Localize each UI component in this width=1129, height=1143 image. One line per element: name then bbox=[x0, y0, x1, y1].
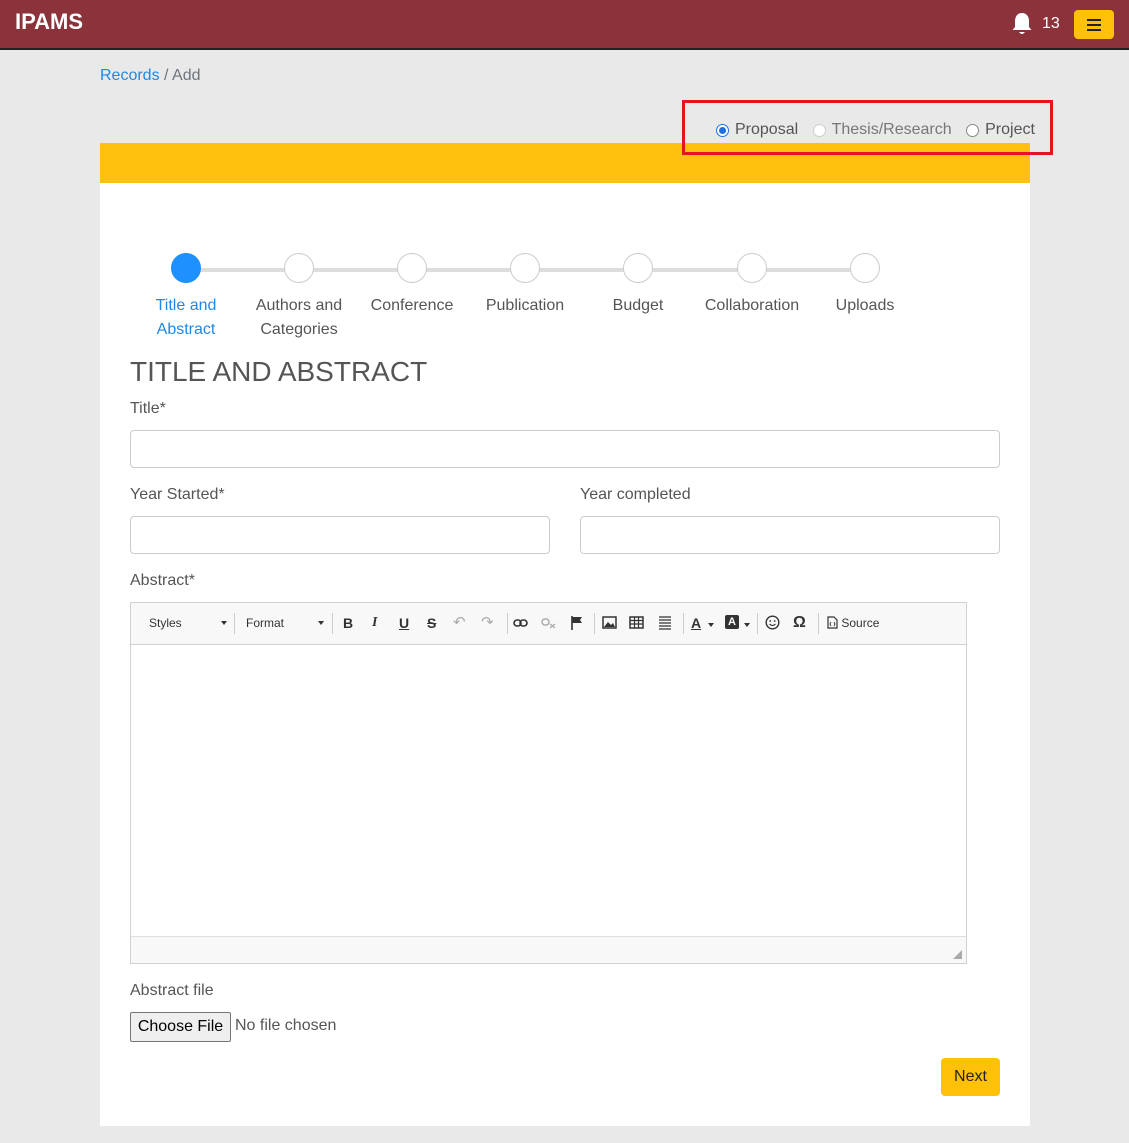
smiley-icon[interactable] bbox=[765, 615, 780, 630]
year-completed-input[interactable] bbox=[580, 516, 1000, 554]
year-started-label: Year Started* bbox=[130, 486, 225, 503]
menu-toggle-button[interactable] bbox=[1074, 10, 1114, 39]
breadcrumb-separator: / bbox=[159, 67, 173, 84]
underline-icon[interactable]: U bbox=[399, 614, 409, 632]
editor-status-bar bbox=[131, 936, 966, 963]
no-file-chosen-text: No file chosen bbox=[235, 1017, 337, 1034]
step-circle-4[interactable] bbox=[510, 253, 540, 283]
step-label-1[interactable]: Title and Abstract bbox=[131, 294, 241, 342]
year-started-input[interactable] bbox=[130, 516, 550, 554]
title-input[interactable] bbox=[130, 430, 1000, 468]
step-circle-7[interactable] bbox=[850, 253, 880, 283]
chevron-down-icon bbox=[708, 623, 714, 627]
step-label-6[interactable]: Collaboration bbox=[697, 294, 807, 318]
step-label-7[interactable]: Uploads bbox=[810, 294, 920, 318]
editor-content-area[interactable] bbox=[131, 645, 966, 936]
step-circle-2[interactable] bbox=[284, 253, 314, 283]
chevron-down-icon bbox=[221, 621, 227, 625]
editor-toolbar: Styles Format B I U S ↶ ↷ A A Ω Source bbox=[131, 603, 966, 645]
step-circle-5[interactable] bbox=[623, 253, 653, 283]
next-button[interactable]: Next bbox=[941, 1058, 1000, 1096]
text-color-icon[interactable]: A bbox=[691, 614, 701, 632]
step-label-2[interactable]: Authors and Categories bbox=[244, 294, 354, 342]
strikethrough-icon[interactable]: S bbox=[427, 614, 436, 632]
step-label-3[interactable]: Conference bbox=[357, 294, 467, 318]
step-label-line1: Conference bbox=[370, 297, 454, 314]
highlight-annotation-box bbox=[682, 100, 1053, 155]
step-label-line2: Abstract bbox=[156, 321, 216, 338]
section-title: TITLE AND ABSTRACT bbox=[130, 356, 428, 387]
source-button[interactable]: Source bbox=[827, 614, 879, 632]
resize-handle-icon[interactable] bbox=[953, 950, 962, 959]
brand-logo[interactable]: IPAMS bbox=[15, 9, 83, 35]
step-circle-3[interactable] bbox=[397, 253, 427, 283]
step-label-line1: Title and bbox=[155, 297, 217, 314]
step-label-line1: Uploads bbox=[835, 297, 895, 314]
breadcrumb: Records / Add bbox=[100, 67, 201, 85]
toolbar-separator bbox=[234, 613, 235, 634]
toolbar-separator bbox=[818, 613, 819, 634]
bold-icon[interactable]: B bbox=[343, 614, 353, 632]
bell-icon[interactable] bbox=[1011, 12, 1033, 36]
format-dropdown[interactable]: Format bbox=[246, 614, 326, 632]
horizontal-line-icon[interactable] bbox=[658, 615, 672, 631]
table-icon[interactable] bbox=[629, 616, 644, 629]
chevron-down-icon bbox=[318, 621, 324, 625]
step-label-5[interactable]: Budget bbox=[583, 294, 693, 318]
format-dropdown-label: Format bbox=[246, 616, 285, 630]
anchor-icon[interactable] bbox=[570, 615, 583, 631]
step-label-line1: Collaboration bbox=[704, 297, 800, 314]
undo-icon[interactable]: ↶ bbox=[453, 614, 466, 632]
step-circle-6[interactable] bbox=[737, 253, 767, 283]
toolbar-separator bbox=[594, 613, 595, 634]
step-circle-1[interactable] bbox=[171, 253, 201, 283]
breadcrumb-records-link[interactable]: Records bbox=[100, 67, 160, 84]
redo-icon[interactable]: ↷ bbox=[481, 614, 494, 632]
source-icon bbox=[827, 616, 838, 629]
unlink-icon[interactable] bbox=[541, 617, 556, 629]
top-navbar: IPAMS 13 bbox=[0, 0, 1129, 50]
link-icon[interactable] bbox=[513, 617, 528, 629]
breadcrumb-current: Add bbox=[172, 67, 201, 84]
background-color-icon[interactable]: A bbox=[725, 615, 739, 629]
step-label-line2: Categories bbox=[260, 321, 338, 338]
choose-file-button[interactable]: Choose File bbox=[130, 1012, 231, 1042]
abstract-label: Abstract* bbox=[130, 572, 195, 589]
toolbar-separator bbox=[507, 613, 508, 634]
styles-dropdown[interactable]: Styles bbox=[149, 614, 229, 632]
step-label-line1: Publication bbox=[485, 297, 565, 314]
source-button-label: Source bbox=[841, 616, 880, 630]
step-label-line1: Authors and bbox=[255, 297, 343, 314]
notification-count: 13 bbox=[1042, 15, 1060, 32]
step-label-line1: Budget bbox=[612, 297, 664, 314]
chevron-down-icon bbox=[744, 623, 750, 627]
image-icon[interactable] bbox=[602, 616, 617, 629]
toolbar-separator bbox=[757, 613, 758, 634]
toolbar-separator bbox=[683, 613, 684, 634]
italic-icon[interactable]: I bbox=[372, 614, 377, 632]
title-label: Title* bbox=[130, 400, 166, 417]
styles-dropdown-label: Styles bbox=[149, 616, 182, 630]
special-char-icon[interactable]: Ω bbox=[793, 614, 806, 632]
abstract-rich-text-editor: Styles Format B I U S ↶ ↷ A A Ω Source bbox=[130, 602, 967, 964]
year-completed-label: Year completed bbox=[580, 486, 691, 503]
step-label-4[interactable]: Publication bbox=[470, 294, 580, 318]
toolbar-separator bbox=[332, 613, 333, 634]
abstract-file-label: Abstract file bbox=[130, 982, 214, 999]
